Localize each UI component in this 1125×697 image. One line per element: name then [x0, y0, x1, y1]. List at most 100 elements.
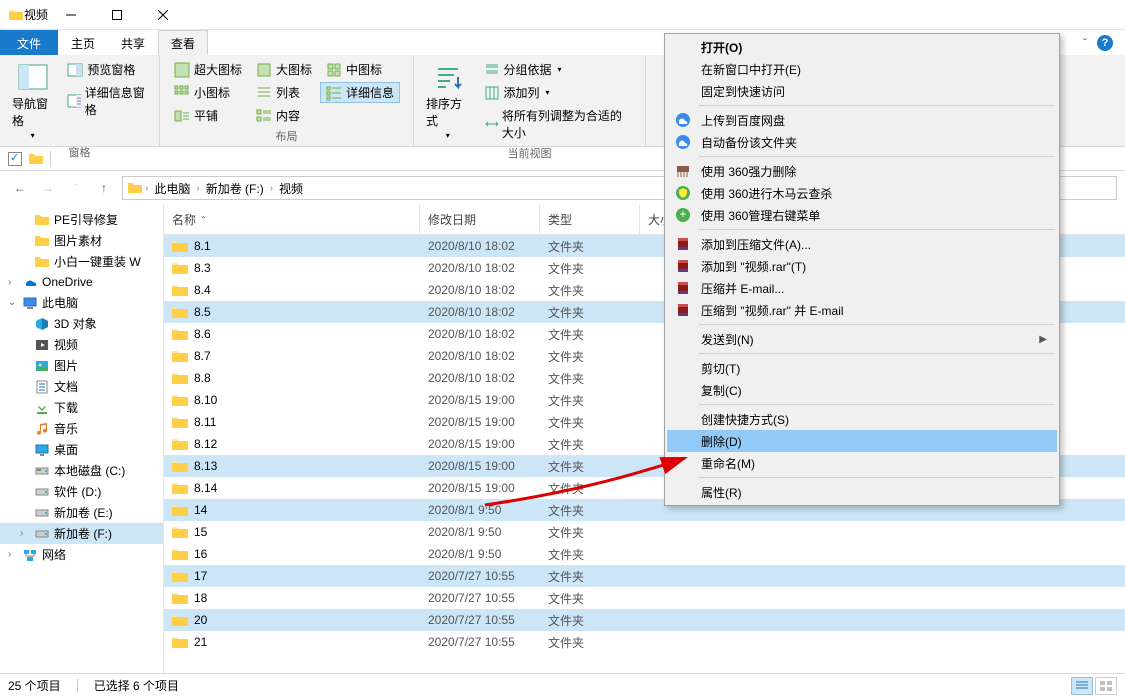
details-pane-option[interactable]: 详细信息窗格: [61, 82, 151, 120]
tree-item-label: 音乐: [54, 420, 78, 437]
group-by-option[interactable]: 分组依据▾: [478, 59, 637, 80]
layout-medium[interactable]: 中图标: [320, 59, 400, 80]
ctx-pin-quick-access[interactable]: 固定到快速访问: [667, 80, 1057, 102]
tree-item[interactable]: 3D 对象: [0, 313, 163, 334]
file-date: 2020/8/15 19:00: [420, 481, 540, 495]
table-row[interactable]: 162020/8/1 9:50文件夹: [164, 543, 1125, 565]
table-row[interactable]: 182020/7/27 10:55文件夹: [164, 587, 1125, 609]
tree-item-label: OneDrive: [42, 275, 93, 289]
ctx-rar-add[interactable]: 添加到压缩文件(A)...: [667, 233, 1057, 255]
file-name: 18: [194, 591, 207, 605]
ctx-send-to[interactable]: 发送到(N)▶: [667, 328, 1057, 350]
tree-item[interactable]: 音乐: [0, 418, 163, 439]
layout-extra-large[interactable]: 超大图标: [168, 59, 248, 80]
ctx-rar-email-name[interactable]: 压缩到 "视频.rar" 并 E-mail: [667, 299, 1057, 321]
size-all-columns-option[interactable]: 将所有列调整为合适的大小: [478, 105, 637, 143]
ctx-baidu-backup[interactable]: 自动备份该文件夹: [667, 131, 1057, 153]
file-type: 文件夹: [540, 436, 640, 453]
ctx-delete[interactable]: 删除(D): [667, 430, 1057, 452]
file-date: 2020/7/27 10:55: [420, 591, 540, 605]
minimize-button[interactable]: [48, 0, 94, 30]
ctx-open[interactable]: 打开(O): [667, 36, 1057, 58]
nav-pane-button[interactable]: 导航窗格 ▾: [8, 59, 57, 142]
layout-tiles[interactable]: 平铺: [168, 105, 248, 126]
col-date-header[interactable]: 修改日期: [420, 205, 540, 234]
tree-item[interactable]: ⌄此电脑: [0, 292, 163, 313]
file-type: 文件夹: [540, 326, 640, 343]
col-type-header[interactable]: 类型: [540, 205, 640, 234]
tab-share[interactable]: 共享: [108, 30, 158, 55]
close-button[interactable]: [140, 0, 186, 30]
nav-forward-button[interactable]: →: [36, 176, 60, 200]
ctx-360-menu[interactable]: +使用 360管理右键菜单: [667, 204, 1057, 226]
table-row[interactable]: 172020/7/27 10:55文件夹: [164, 565, 1125, 587]
layout-list[interactable]: 列表: [250, 82, 318, 103]
crumb-folder[interactable]: 视频: [275, 180, 307, 197]
tree-item[interactable]: 图片素材: [0, 230, 163, 251]
select-all-checkbox[interactable]: [8, 152, 22, 166]
ctx-rename[interactable]: 重命名(M): [667, 452, 1057, 474]
tree-item[interactable]: 下载: [0, 397, 163, 418]
tree-item[interactable]: 新加卷 (E:): [0, 502, 163, 523]
tree-item[interactable]: ›新加卷 (F:): [0, 523, 163, 544]
preview-pane-option[interactable]: 预览窗格: [61, 59, 151, 80]
ctx-cut[interactable]: 剪切(T): [667, 357, 1057, 379]
layout-content[interactable]: 内容: [250, 105, 318, 126]
col-name-header[interactable]: 名称⌃: [164, 205, 420, 234]
ctx-create-shortcut[interactable]: 创建快捷方式(S): [667, 408, 1057, 430]
table-row[interactable]: 212020/7/27 10:55文件夹: [164, 631, 1125, 653]
tab-home[interactable]: 主页: [58, 30, 108, 55]
tree-item[interactable]: 软件 (D:): [0, 481, 163, 502]
file-type: 文件夹: [540, 370, 640, 387]
tree-item[interactable]: 图片: [0, 355, 163, 376]
layout-details[interactable]: 详细信息: [320, 82, 400, 103]
file-type: 文件夹: [540, 458, 640, 475]
file-name: 8.8: [194, 371, 211, 385]
add-columns-option[interactable]: 添加列▾: [478, 82, 637, 103]
drive-icon: [34, 484, 50, 500]
tree-item-label: 小白一键重装 W: [54, 253, 141, 270]
tree-item[interactable]: 本地磁盘 (C:): [0, 460, 163, 481]
layout-group-label: 布局: [168, 126, 405, 144]
tree-item[interactable]: PE引导修复: [0, 209, 163, 230]
layout-large[interactable]: 大图标: [250, 59, 318, 80]
svg-text:+: +: [679, 207, 686, 221]
table-row[interactable]: 202020/7/27 10:55文件夹: [164, 609, 1125, 631]
crumb-this-pc[interactable]: 此电脑: [150, 180, 194, 197]
table-row[interactable]: 152020/8/1 9:50文件夹: [164, 521, 1125, 543]
tree-item-label: 文档: [54, 378, 78, 395]
title-bar: 视频: [0, 0, 1125, 30]
help-icon[interactable]: ?: [1097, 35, 1113, 51]
tab-view[interactable]: 查看: [158, 30, 208, 55]
tree-item[interactable]: 桌面: [0, 439, 163, 460]
sort-by-button[interactable]: 排序方式 ▾: [422, 59, 474, 142]
ctx-open-new-window[interactable]: 在新窗口中打开(E): [667, 58, 1057, 80]
collapse-ribbon-icon[interactable]: ˇ: [1083, 36, 1087, 50]
context-menu: 打开(O) 在新窗口中打开(E) 固定到快速访问 上传到百度网盘 自动备份该文件…: [664, 33, 1060, 506]
tree-item[interactable]: 视频: [0, 334, 163, 355]
ctx-rar-add-name[interactable]: 添加到 "视频.rar"(T): [667, 255, 1057, 277]
tree-item[interactable]: 文档: [0, 376, 163, 397]
nav-up-button[interactable]: ↑: [92, 176, 116, 200]
nav-back-button[interactable]: ←: [8, 176, 32, 200]
ctx-360-scan[interactable]: 使用 360进行木马云查杀: [667, 182, 1057, 204]
ctx-copy[interactable]: 复制(C): [667, 379, 1057, 401]
tree-item[interactable]: ›OneDrive: [0, 272, 163, 292]
ctx-properties[interactable]: 属性(R): [667, 481, 1057, 503]
maximize-button[interactable]: [94, 0, 140, 30]
tree-item[interactable]: ›网络: [0, 544, 163, 565]
view-icons-button[interactable]: [1095, 677, 1117, 695]
ctx-rar-email[interactable]: 压缩并 E-mail...: [667, 277, 1057, 299]
view-details-button[interactable]: [1071, 677, 1093, 695]
layout-small[interactable]: 小图标: [168, 82, 248, 103]
desktop-icon: [34, 442, 50, 458]
ctx-360-delete[interactable]: 使用 360强力删除: [667, 160, 1057, 182]
nav-recent-button[interactable]: ˇ: [64, 176, 88, 200]
tree-item[interactable]: 小白一键重装 W: [0, 251, 163, 272]
folder-icon: [172, 283, 188, 297]
ctx-baidu-upload[interactable]: 上传到百度网盘: [667, 109, 1057, 131]
crumb-drive[interactable]: 新加卷 (F:): [202, 180, 268, 197]
3d-icon: [34, 316, 50, 332]
nav-tree[interactable]: PE引导修复图片素材小白一键重装 W ›OneDrive⌄此电脑3D 对象视频图片…: [0, 205, 164, 673]
tab-file[interactable]: 文件: [0, 30, 58, 55]
